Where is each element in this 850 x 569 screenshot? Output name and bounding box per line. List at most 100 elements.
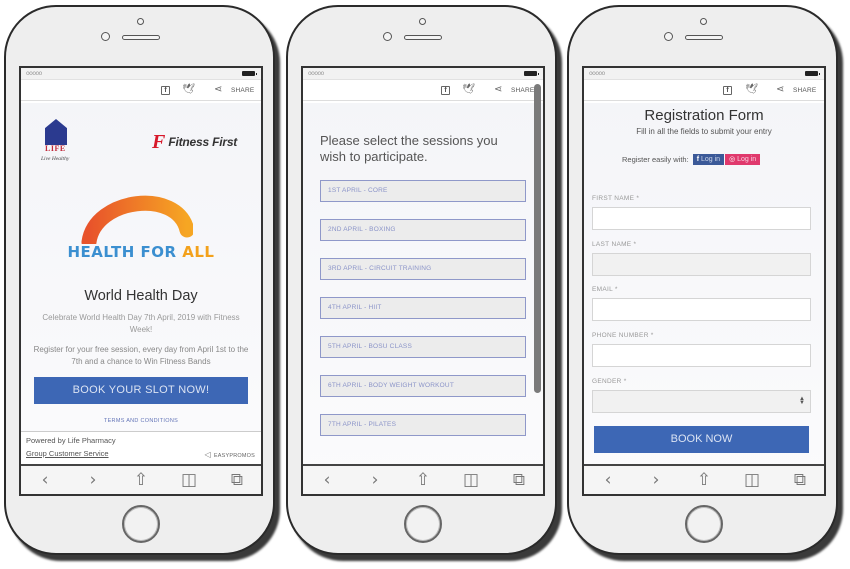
- back-icon[interactable]: ‹: [312, 471, 342, 489]
- share-icon[interactable]: ⋖: [214, 84, 222, 95]
- sessions-list: 1ST APRIL - CORE 2ND APRIL - BOXING 3RD …: [320, 180, 526, 453]
- sessions-title: Please select the sessions you wish to p…: [320, 133, 498, 164]
- description: Celebrate World Health Day 7th April, 20…: [42, 313, 240, 334]
- terms-link[interactable]: TERMS AND CONDITIONS: [21, 418, 261, 424]
- camera-icon: [700, 18, 707, 25]
- health-arc-logo: [81, 195, 193, 244]
- session-option[interactable]: 2ND APRIL - BOXING: [320, 219, 526, 241]
- facebook-login-button[interactable]: f Log in: [692, 154, 725, 165]
- home-button[interactable]: [122, 505, 160, 543]
- tabs-icon[interactable]: ⧉: [504, 471, 534, 489]
- sensor-icon: [101, 32, 110, 41]
- speaker-icon: [404, 35, 442, 40]
- bookmarks-icon[interactable]: ◫: [174, 471, 204, 489]
- share-icon[interactable]: ⇧: [689, 471, 719, 489]
- powered-by: Powered by Life Pharmacy: [26, 436, 116, 445]
- health-for-all-heading: HEALTH FOR ALL: [67, 243, 215, 261]
- session-option[interactable]: 3RD APRIL - CIRCUIT TRAINING: [320, 258, 526, 280]
- share-bar: f 🕊 ⋖ SHARE: [584, 80, 824, 101]
- easypromos-badge[interactable]: ◁ EASYPROMOS: [205, 450, 255, 459]
- megaphone-icon: ◁: [204, 450, 211, 459]
- facebook-icon[interactable]: f: [161, 86, 170, 95]
- sensor-icon: [383, 32, 392, 41]
- share-label[interactable]: SHARE: [793, 87, 816, 94]
- home-button[interactable]: [685, 505, 723, 543]
- session-option[interactable]: 7TH APRIL - PILATES: [320, 414, 526, 436]
- select-arrows-icon: ▲ ▼: [799, 396, 805, 406]
- signal-indicator: ooooo: [26, 70, 42, 77]
- session-option[interactable]: 4TH APRIL - HIIT: [320, 297, 526, 319]
- bookmarks-icon[interactable]: ◫: [456, 471, 486, 489]
- phone-sessions: ooooo f 🕊 ⋖ SHARE Please select the sess…: [286, 5, 557, 555]
- form-subtitle: Fill in all the fields to submit your en…: [636, 127, 772, 136]
- share-bar: f 🕊 ⋖ SHARE: [21, 80, 261, 101]
- browser-toolbar: ‹ › ⇧ ◫ ⧉: [584, 464, 824, 494]
- browser-toolbar: ‹ › ⇧ ◫ ⧉: [21, 464, 261, 494]
- browser-toolbar: ‹ › ⇧ ◫ ⧉: [303, 464, 543, 494]
- instagram-icon: ◎: [729, 156, 738, 163]
- forward-icon[interactable]: ›: [641, 471, 671, 489]
- bookmarks-icon[interactable]: ◫: [737, 471, 767, 489]
- share-icon[interactable]: ⇧: [408, 471, 438, 489]
- battery-icon: [805, 71, 820, 76]
- footer: Powered by Life Pharmacy Group Customer …: [21, 431, 261, 464]
- signal-indicator: ooooo: [308, 70, 324, 77]
- session-option[interactable]: 5TH APRIL - BOSU CLASS: [320, 336, 526, 358]
- social-login-row: Register easily with: f Log in ◎ Log in: [622, 154, 761, 165]
- status-bar: ooooo: [21, 68, 261, 80]
- scrollbar[interactable]: [534, 84, 541, 393]
- battery-icon: [524, 71, 539, 76]
- camera-icon: [137, 18, 144, 25]
- sessions-content: Please select the sessions you wish to p…: [303, 103, 543, 464]
- phone-landing: ooooo f 🕊 ⋖ SHARE LIFE Live Healthy F Fi…: [4, 5, 275, 555]
- speaker-icon: [685, 35, 723, 40]
- logos: LIFE Live Healthy F Fitness First: [21, 119, 261, 175]
- back-icon[interactable]: ‹: [30, 471, 60, 489]
- twitter-icon[interactable]: 🕊: [462, 84, 475, 95]
- tabs-icon[interactable]: ⧉: [222, 471, 252, 489]
- landing-content: LIFE Live Healthy F Fitness First HEALTH…: [21, 103, 261, 464]
- sensor-icon: [664, 32, 673, 41]
- session-option[interactable]: 6TH APRIL - BODY WEIGHT WORKOUT: [320, 375, 526, 397]
- screen: ooooo f 🕊 ⋖ SHARE LIFE Live Healthy F Fi…: [19, 66, 263, 496]
- screen: ooooo f 🕊 ⋖ SHARE Please select the sess…: [301, 66, 545, 496]
- home-button[interactable]: [404, 505, 442, 543]
- forward-icon[interactable]: ›: [78, 471, 108, 489]
- share-icon[interactable]: ⇧: [126, 471, 156, 489]
- screen: ooooo f 🕊 ⋖ SHARE Registration Form Fill…: [582, 66, 826, 496]
- instagram-login-button[interactable]: ◎ Log in: [725, 154, 761, 165]
- forward-icon[interactable]: ›: [360, 471, 390, 489]
- last-name-input[interactable]: [592, 253, 811, 276]
- share-icon[interactable]: ⋖: [776, 84, 784, 95]
- first-name-input[interactable]: [592, 207, 811, 230]
- facebook-icon[interactable]: f: [441, 86, 450, 95]
- book-now-button[interactable]: BOOK NOW: [594, 426, 809, 453]
- share-icon[interactable]: ⋖: [494, 84, 502, 95]
- share-label[interactable]: SHARE: [231, 87, 254, 94]
- customer-service-link[interactable]: Group Customer Service: [26, 449, 109, 458]
- share-bar: f 🕊 ⋖ SHARE: [303, 80, 543, 101]
- phone-registration: ooooo f 🕊 ⋖ SHARE Registration Form Fill…: [567, 5, 838, 555]
- email-label: EMAIL *: [592, 286, 618, 293]
- facebook-icon[interactable]: f: [723, 86, 732, 95]
- status-bar: ooooo: [584, 68, 824, 80]
- share-label[interactable]: SHARE: [511, 87, 534, 94]
- session-option[interactable]: 1ST APRIL - CORE: [320, 180, 526, 202]
- twitter-icon[interactable]: 🕊: [745, 84, 758, 95]
- phone-number-label: PHONE NUMBER *: [592, 332, 654, 339]
- twitter-icon[interactable]: 🕊: [182, 84, 195, 95]
- phone-number-input[interactable]: [592, 344, 811, 367]
- speaker-icon: [122, 35, 160, 40]
- form-title: Registration Form: [644, 107, 764, 124]
- first-name-label: FIRST NAME *: [592, 195, 640, 202]
- email-input[interactable]: [592, 298, 811, 321]
- gender-select[interactable]: ▲ ▼: [592, 390, 811, 413]
- camera-icon: [419, 18, 426, 25]
- back-icon[interactable]: ‹: [593, 471, 623, 489]
- tabs-icon[interactable]: ⧉: [785, 471, 815, 489]
- book-slot-button[interactable]: BOOK YOUR SLOT NOW!: [34, 377, 248, 404]
- battery-icon: [242, 71, 257, 76]
- gender-label: GENDER *: [592, 378, 627, 385]
- life-pharmacy-logo: LIFE Live Healthy: [41, 119, 81, 173]
- fitness-first-logo: F Fitness First: [152, 131, 238, 153]
